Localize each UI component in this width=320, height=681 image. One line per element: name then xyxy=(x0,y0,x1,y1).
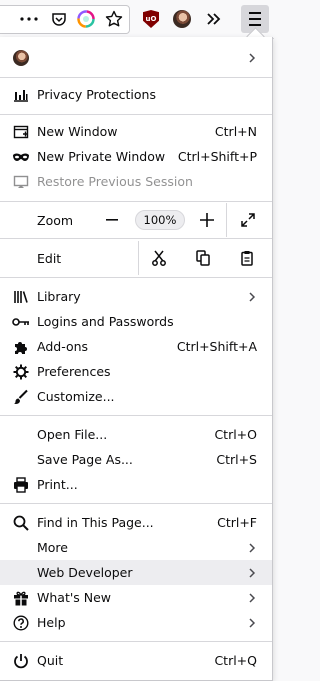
menu-item-whats-new[interactable]: What's New xyxy=(0,585,272,610)
restore-session-icon xyxy=(12,173,30,191)
chevron-right-icon xyxy=(247,567,257,578)
separator xyxy=(0,277,272,278)
puzzle-piece-icon xyxy=(12,338,30,356)
menu-item-preferences[interactable]: Preferences xyxy=(0,359,272,384)
menu-label: Restore Previous Session xyxy=(37,174,193,189)
menu-item-new-window[interactable]: New Window Ctrl+N xyxy=(0,119,272,144)
menu-label: Open File... xyxy=(37,427,108,442)
gift-icon xyxy=(12,589,30,607)
menu-label: Help xyxy=(37,615,66,630)
menu-label: More xyxy=(37,540,68,555)
menu-item-save-page[interactable]: Save Page As... Ctrl+S xyxy=(0,447,272,472)
separator xyxy=(0,415,272,416)
menu-shortcut: Ctrl+N xyxy=(214,124,257,139)
extensions-overflow-icon[interactable] xyxy=(204,9,224,29)
ublock-origin-icon[interactable]: uO xyxy=(141,9,161,29)
menu-label: Preferences xyxy=(37,364,111,379)
menu-shortcut: Ctrl+Shift+A xyxy=(176,339,257,354)
library-icon xyxy=(12,288,30,306)
cut-icon[interactable] xyxy=(147,246,171,270)
printer-icon xyxy=(12,476,30,494)
zoom-label: Zoom xyxy=(37,212,74,228)
zoom-in-button[interactable] xyxy=(199,212,215,228)
menu-label: Add-ons xyxy=(37,339,89,354)
menu-item-privacy-protections[interactable]: Privacy Protections xyxy=(0,82,272,107)
chevron-right-icon xyxy=(247,52,257,63)
sync-colorful-icon[interactable] xyxy=(76,9,96,29)
paste-icon[interactable] xyxy=(235,246,259,270)
edit-row: Edit xyxy=(0,245,272,271)
menu-item-addons[interactable]: Add-ons Ctrl+Shift+A xyxy=(0,334,272,359)
menu-item-library[interactable]: Library xyxy=(0,284,272,309)
account-avatar xyxy=(12,49,30,67)
menu-shortcut: Ctrl+S xyxy=(216,452,257,467)
chevron-right-icon xyxy=(247,592,257,603)
menu-item-open-file[interactable]: Open File... Ctrl+O xyxy=(0,422,272,447)
copy-icon[interactable] xyxy=(191,246,215,270)
menu-label: Library xyxy=(37,289,81,304)
vertical-separator xyxy=(138,241,139,275)
menu-item-find[interactable]: Find in This Page... Ctrl+F xyxy=(0,510,272,535)
account-row[interactable] xyxy=(0,45,272,70)
menu-item-quit[interactable]: Quit Ctrl+Q xyxy=(0,648,272,673)
menu-label: Find in This Page... xyxy=(37,515,154,530)
menu-label: Logins and Passwords xyxy=(37,314,174,329)
account-avatar-icon[interactable] xyxy=(172,9,192,29)
menu-item-logins[interactable]: Logins and Passwords xyxy=(0,309,272,334)
fullscreen-icon[interactable] xyxy=(239,211,257,229)
navigation-toolbar: uO xyxy=(0,0,274,39)
menu-shortcut: Ctrl+F xyxy=(217,515,257,530)
power-icon xyxy=(12,652,30,670)
new-window-icon xyxy=(12,123,30,141)
menu-label: New Window xyxy=(37,124,118,139)
menu-item-new-private-window[interactable]: New Private Window Ctrl+Shift+P xyxy=(0,144,272,169)
menu-shortcut: Ctrl+Shift+P xyxy=(177,149,257,164)
separator xyxy=(0,503,272,504)
help-circle-icon xyxy=(12,614,30,632)
search-icon xyxy=(12,514,30,532)
menu-shortcut: Ctrl+O xyxy=(214,427,257,442)
menu-label: Customize... xyxy=(37,389,115,404)
gear-icon xyxy=(12,363,30,381)
zoom-out-button[interactable] xyxy=(104,212,120,228)
menu-item-restore-session[interactable]: Restore Previous Session xyxy=(0,169,272,194)
separator xyxy=(0,641,272,642)
separator xyxy=(0,201,272,202)
chart-bars-icon xyxy=(12,86,30,104)
chevron-right-icon xyxy=(247,617,257,628)
zoom-row: Zoom 100% xyxy=(0,207,272,233)
overflow-dots-icon[interactable] xyxy=(19,9,39,29)
menu-label: Web Developer xyxy=(37,565,133,580)
separator xyxy=(0,77,272,78)
menu-label: New Private Window xyxy=(37,149,166,164)
paintbrush-icon xyxy=(12,388,30,406)
chevron-right-icon xyxy=(247,291,257,302)
menu-label: Privacy Protections xyxy=(37,87,156,102)
private-mask-icon xyxy=(12,148,30,166)
vertical-separator xyxy=(226,203,227,237)
menu-item-print[interactable]: Print... xyxy=(0,472,272,497)
menu-item-customize[interactable]: Customize... xyxy=(0,384,272,409)
zoom-reset-button[interactable]: 100% xyxy=(135,210,185,230)
menu-label: Quit xyxy=(37,653,64,668)
bookmark-star-icon[interactable] xyxy=(104,9,124,29)
pocket-icon[interactable] xyxy=(49,9,69,29)
chevron-right-icon xyxy=(247,542,257,553)
menu-item-web-developer[interactable]: Web Developer xyxy=(0,560,272,585)
edit-label: Edit xyxy=(37,250,62,266)
app-menu-panel: Privacy Protections New Window Ctrl+N Ne… xyxy=(0,37,273,681)
menu-shortcut: Ctrl+Q xyxy=(214,653,257,668)
separator xyxy=(0,238,272,239)
menu-item-help[interactable]: Help xyxy=(0,610,272,635)
menu-item-more[interactable]: More xyxy=(0,535,272,560)
separator xyxy=(0,114,272,115)
key-icon xyxy=(12,313,30,331)
menu-label: Save Page As... xyxy=(37,452,133,467)
menu-label: Print... xyxy=(37,477,78,492)
menu-label: What's New xyxy=(37,590,112,605)
ublock-badge: uO xyxy=(143,10,159,28)
